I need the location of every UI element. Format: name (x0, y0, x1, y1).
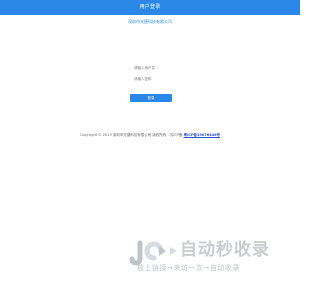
header-bar: 用户登录 (0, 0, 300, 15)
watermark-logo-icon (129, 240, 177, 265)
username-field[interactable] (130, 64, 172, 72)
icp-link[interactable]: 粤ICP备19076446号 (184, 133, 220, 137)
watermark-subtitle: 放上链接→来访一次→自动收录 (137, 264, 240, 272)
login-button[interactable]: 登录 (130, 94, 172, 102)
copyright-text: Copyright © 2019 深圳市光捷科技有限公司 版权所有 - 苏ICP… (79, 133, 183, 137)
username-input[interactable] (134, 66, 172, 70)
footer: Copyright © 2019 深圳市光捷科技有限公司 版权所有 - 苏ICP… (0, 133, 300, 138)
password-field[interactable] (130, 75, 172, 83)
password-input[interactable] (134, 77, 172, 81)
company-name-link[interactable]: 深圳市光捷科技有限公司 (0, 19, 300, 24)
watermark-title: 自动秒收录 (180, 240, 270, 260)
watermark: 自动秒收录 放上链接→来访一次→自动收录 (126, 237, 286, 287)
page-title: 用户登录 (139, 4, 161, 10)
